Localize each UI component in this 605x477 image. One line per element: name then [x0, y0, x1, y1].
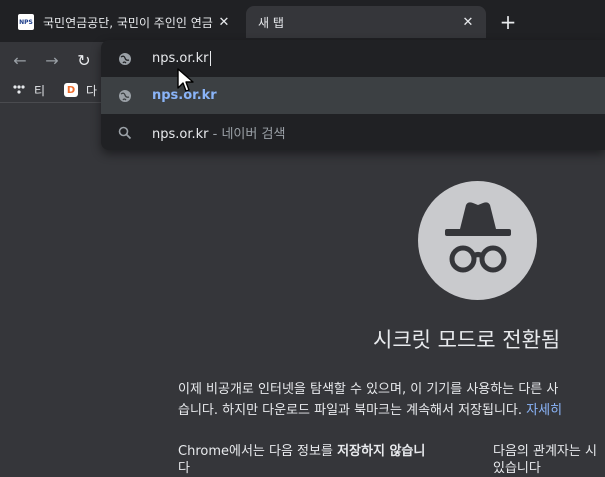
- bookmark-item[interactable]: 티: [12, 81, 45, 99]
- visible-to-text: 다음의 관계자는 시: [493, 444, 597, 459]
- omnibox-dropdown: nps.or.kr nps.or.kr nps.or.kr - 네이버 검색: [101, 40, 605, 150]
- not-saved-section: Chrome에서는 다음 정보를 저장하지 않습니 다: [178, 443, 425, 477]
- close-tab-icon[interactable]: ✕: [216, 14, 232, 30]
- address-input-value: nps.or.kr: [152, 51, 209, 66]
- daum-favicon-icon: D: [64, 83, 78, 97]
- bookmark-label: 다: [86, 83, 98, 98]
- close-tab-icon[interactable]: ✕: [460, 14, 476, 30]
- incognito-description-text: 습니다. 하지만 다운로드 파일과 북마크는 계속해서 저장됩니다.: [178, 403, 523, 418]
- globe-icon: [117, 88, 133, 104]
- incognito-description-line2: 습니다. 하지만 다운로드 파일과 북마크는 계속해서 저장됩니다. 자세히: [178, 399, 562, 418]
- tab-strip: NPS 국민연금공단, 국민이 주인인 연금 ✕ 새 탭 ✕ +: [0, 0, 605, 42]
- suggestion-search[interactable]: nps.or.kr - 네이버 검색: [101, 114, 605, 151]
- suggestion-search-text: nps.or.kr - 네이버 검색: [152, 123, 285, 142]
- globe-icon: [117, 51, 133, 67]
- reload-button[interactable]: ↻: [72, 48, 96, 72]
- learn-more-link[interactable]: 자세히: [522, 403, 562, 418]
- bookmark-item[interactable]: D 다: [64, 81, 97, 99]
- tab-title: 새 탭: [258, 15, 284, 30]
- forward-button[interactable]: →: [40, 48, 64, 72]
- visible-to-section: 다음의 관계자는 시 있습니다: [493, 443, 597, 477]
- search-icon: [117, 125, 133, 141]
- mouse-cursor-icon: [177, 68, 194, 92]
- incognito-icon: [418, 181, 537, 300]
- incognito-title: 시크릿 모드로 전환됨: [373, 328, 561, 352]
- tab-new-tab[interactable]: 새 탭 ✕: [246, 6, 486, 38]
- tab-title: 국민연금공단, 국민이 주인인 연금: [43, 15, 213, 30]
- back-button[interactable]: ←: [8, 48, 32, 72]
- not-saved-continuation: 다: [178, 461, 190, 476]
- bookmark-label: 티: [34, 83, 46, 98]
- address-input[interactable]: nps.or.kr: [152, 51, 211, 66]
- incognito-description-line1: 이제 비공개로 인터넷을 탐색할 수 있으며, 이 기기를 사용하는 다른 사: [178, 382, 559, 397]
- new-tab-button[interactable]: +: [496, 10, 520, 34]
- not-saved-prefix: Chrome에서는 다음 정보를: [178, 444, 338, 459]
- bookmark-favicon-icon: [12, 83, 26, 97]
- suggestion-query: nps.or.kr: [152, 127, 209, 142]
- nps-favicon-icon: NPS: [18, 14, 34, 30]
- not-saved-bold: 저장하지 않습니: [337, 444, 426, 459]
- text-caret: [209, 51, 211, 66]
- visible-to-continuation: 있습니다: [493, 461, 541, 476]
- tab-nps[interactable]: NPS 국민연금공단, 국민이 주인인 연금 ✕: [10, 6, 242, 38]
- suggestion-suffix: - 네이버 검색: [208, 127, 286, 142]
